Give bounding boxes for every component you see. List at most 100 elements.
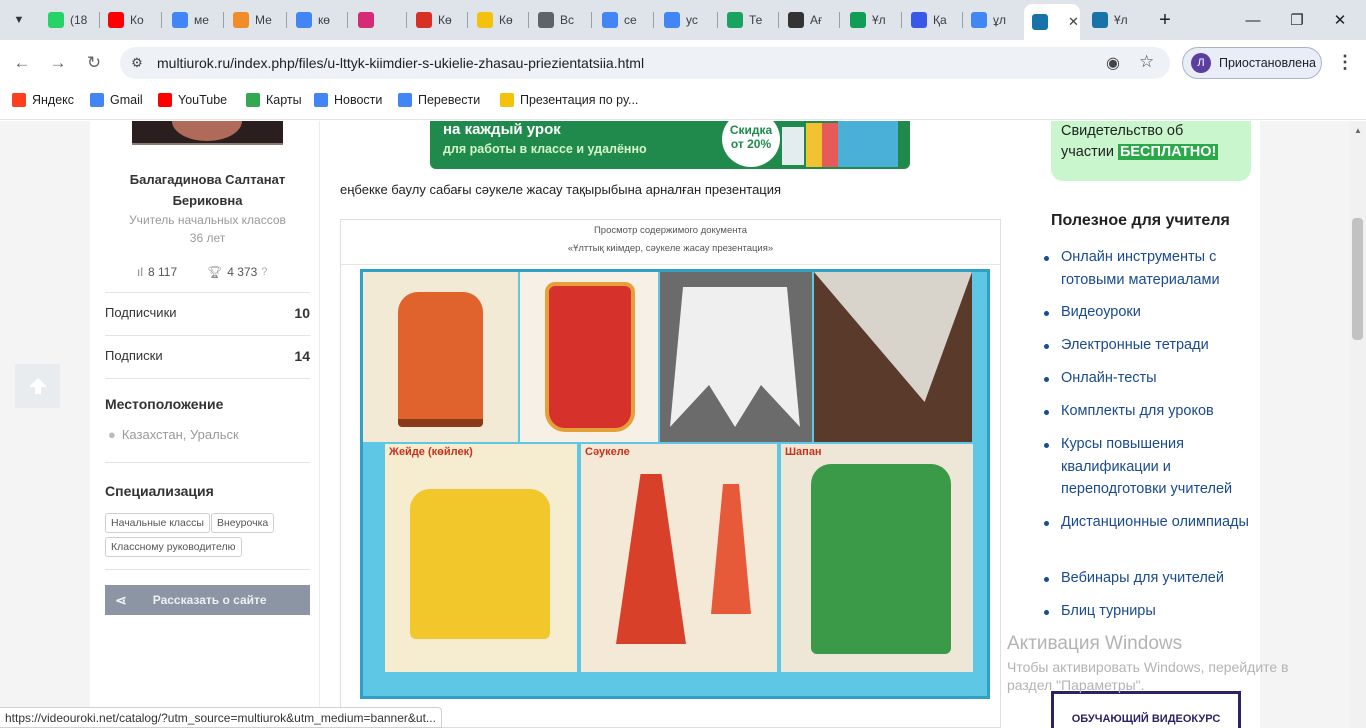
tab-search-button[interactable]: ▼: [7, 8, 31, 32]
tab-separator: [778, 12, 779, 28]
reload-button[interactable]: ↻: [80, 49, 108, 77]
link-courses[interactable]: Курсы повышения квалификации и переподго…: [1061, 433, 1251, 501]
browser-tab[interactable]: ус: [656, 6, 716, 34]
page-scrollbar[interactable]: ▲: [1350, 121, 1366, 728]
pdf-icon: [416, 12, 432, 28]
eye-off-icon[interactable]: ◉: [1106, 53, 1120, 73]
youtube-icon: [158, 93, 172, 107]
browser-tab[interactable]: (18: [40, 6, 98, 34]
author-name[interactable]: Балагадинова Салтанат Бериковна: [105, 169, 310, 211]
scrollbar-thumb[interactable]: [1352, 218, 1363, 340]
divider: [105, 378, 310, 379]
subscribers-label[interactable]: Подписчики: [105, 305, 177, 320]
bookmark-item[interactable]: Перевести: [398, 93, 480, 107]
restore-button[interactable]: ❐: [1277, 6, 1317, 34]
activation-line1: Чтобы активировать Windows, перейдите в: [1007, 659, 1289, 675]
share-site-button[interactable]: ⋖ Рассказать о сайте: [105, 585, 310, 615]
browser-tab[interactable]: Кө: [408, 6, 466, 34]
browser-tab[interactable]: кө: [288, 6, 346, 34]
banner-line2: для работы в классе и удалённо: [443, 142, 647, 156]
presentation-slide[interactable]: Жейде (көйлек) Сәукеле Шапан: [360, 269, 990, 699]
close-window-button[interactable]: ✕: [1320, 6, 1360, 34]
promo-banner[interactable]: на каждый урок для работы в классе и уда…: [430, 121, 910, 169]
specialization-tag[interactable]: Начальные классы: [105, 513, 210, 533]
minimize-button[interactable]: —: [1233, 6, 1273, 34]
instagram-icon: [358, 12, 374, 28]
profile-button[interactable]: Л Приостановлена: [1182, 47, 1322, 79]
location-text: Казахстан, Уральск: [121, 427, 239, 442]
browser-tab[interactable]: Қа: [903, 6, 961, 34]
link-e-notebooks[interactable]: Электронные тетради: [1061, 334, 1251, 357]
bullet: [1044, 256, 1049, 261]
specialization-tag[interactable]: Классному руководителю: [105, 537, 242, 557]
bookmark-item[interactable]: Презентация по ру...: [500, 93, 638, 107]
link-lesson-kits[interactable]: Комплекты для уроков: [1061, 400, 1251, 423]
browser-tab[interactable]: ме: [164, 6, 222, 34]
subscribers-count[interactable]: 10: [270, 305, 310, 321]
site-icon: [233, 12, 249, 28]
new-tab-button[interactable]: +: [1145, 6, 1185, 34]
location-value: ● Казахстан, Уральск: [108, 427, 239, 442]
viewer-title: «Ұлттық киімдер, сәукеле жасау презентац…: [567, 243, 774, 254]
tab-label: Те: [749, 13, 763, 27]
menu-icon[interactable]: ⋮: [1336, 52, 1354, 73]
shirt-panel: Жейде (көйлек): [385, 444, 577, 672]
star-icon[interactable]: ☆: [1139, 52, 1154, 72]
bullet: [1044, 610, 1049, 615]
bookmark-label: Новости: [334, 93, 383, 107]
bookmark-item[interactable]: Новости: [314, 93, 382, 107]
link-online-tests[interactable]: Онлайн-тесты: [1061, 367, 1251, 390]
tab-label: ұл: [993, 13, 1007, 27]
divider: [105, 335, 310, 336]
subscriptions-count[interactable]: 14: [270, 348, 310, 364]
certificate-text: участии: [1061, 144, 1114, 160]
views-count: ıl 8 117: [137, 265, 177, 279]
specialization-tag[interactable]: Внеурочка: [211, 513, 275, 533]
divider: [105, 292, 310, 293]
browser-tab[interactable]: Ағ: [780, 6, 838, 34]
link-olympiads[interactable]: Дистанционные олимпиады: [1061, 511, 1251, 534]
location-heading: Местоположение: [105, 396, 224, 412]
browser-tab[interactable]: Кө: [469, 6, 527, 34]
bookmark-icon: [477, 12, 493, 28]
bullet: [1044, 521, 1049, 526]
trophy-icon: 🏆︎: [207, 265, 223, 279]
bookmark-item[interactable]: Карты: [246, 93, 302, 107]
browser-tab[interactable]: Ко: [100, 6, 160, 34]
browser-tab[interactable]: се: [594, 6, 652, 34]
tab-separator: [347, 12, 348, 28]
bookmark-item[interactable]: Gmail: [90, 93, 143, 107]
forward-button[interactable]: →: [44, 49, 72, 77]
tab-label: кө: [318, 13, 330, 27]
discount-line2: от 20%: [730, 137, 772, 151]
browser-tab[interactable]: ұл: [963, 6, 1021, 34]
link-blitz[interactable]: Блиц турниры: [1061, 600, 1251, 623]
browser-tab[interactable]: Ұл: [842, 6, 900, 34]
bookmark-icon: [500, 93, 514, 107]
browser-tab[interactable]: Ұл: [1084, 6, 1134, 34]
map-pin-icon: ●: [108, 427, 116, 442]
subscriptions-label[interactable]: Подписки: [105, 348, 163, 363]
video-course-button[interactable]: ОБУЧАЮЩИЙ ВИДЕОКУРС: [1051, 691, 1241, 728]
author-photo[interactable]: [132, 121, 283, 145]
back-button[interactable]: ←: [8, 49, 36, 77]
link-webinars[interactable]: Вебинары для учителей: [1061, 567, 1251, 590]
help-icon[interactable]: ?: [261, 266, 267, 278]
browser-tab[interactable]: [350, 6, 405, 34]
scroll-to-top-button[interactable]: [15, 364, 60, 408]
browser-tab[interactable]: ✕: [1024, 4, 1080, 40]
browser-tab[interactable]: Ме: [225, 6, 285, 34]
scroll-up-icon[interactable]: ▲: [1354, 126, 1362, 135]
tab-label: Кө: [499, 13, 513, 27]
link-video-lessons[interactable]: Видеоуроки: [1061, 301, 1251, 324]
bookmark-item[interactable]: YouTube: [158, 93, 227, 107]
browser-tab[interactable]: Вс: [530, 6, 590, 34]
close-tab-icon[interactable]: ✕: [1068, 14, 1079, 30]
url-text[interactable]: multiurok.ru/index.php/files/u-lttyk-kii…: [157, 55, 644, 71]
browser-tab[interactable]: Те: [719, 6, 777, 34]
site-settings-icon[interactable]: ⚙: [128, 54, 146, 72]
bookmark-item[interactable]: Яндекс: [12, 93, 74, 107]
certificate-promo[interactable]: Свидетельство об участии БЕСПЛАТНО!: [1051, 121, 1251, 181]
link-online-tools[interactable]: Онлайн инструменты с готовыми материалам…: [1061, 246, 1251, 291]
tab-label: ус: [686, 13, 698, 27]
